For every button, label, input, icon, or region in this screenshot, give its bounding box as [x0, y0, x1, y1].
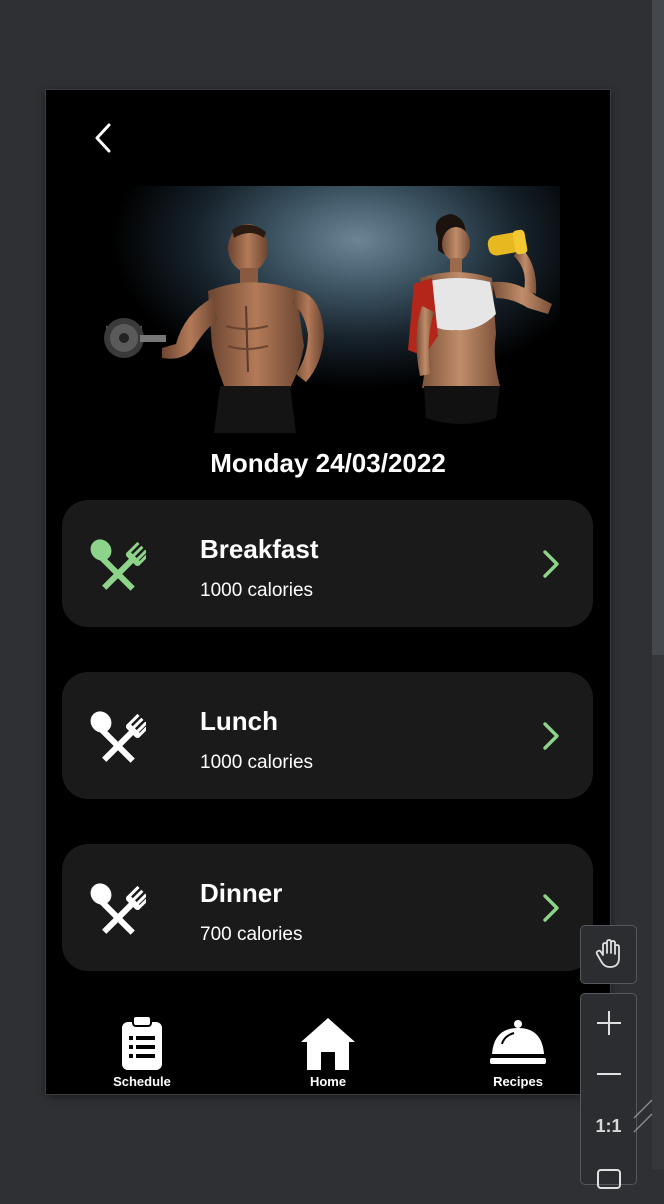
- pan-tool-panel: [580, 925, 637, 984]
- window-scrollbar[interactable]: [652, 0, 664, 655]
- meal-name: Dinner: [200, 878, 283, 908]
- meal-card-breakfast[interactable]: Breakfast 1000 calories: [62, 500, 593, 627]
- pan-button[interactable]: [581, 929, 636, 979]
- spoon-fork-icon: [90, 711, 146, 763]
- zoom-tool-panel: 1:1: [580, 993, 637, 1189]
- cloche-icon: [490, 1020, 546, 1064]
- woman-figure: [408, 214, 552, 424]
- fit-screen-icon: [596, 1169, 621, 1189]
- tab-label: Home: [309, 1074, 347, 1089]
- back-button[interactable]: [90, 122, 118, 154]
- meal-calories: 1000 calories: [200, 580, 314, 601]
- meal-card-dinner[interactable]: Dinner 700 calories: [62, 844, 593, 971]
- meal-card-lunch[interactable]: Lunch 1000 calories: [62, 672, 593, 799]
- clipboard-icon: [122, 1015, 162, 1070]
- man-figure: [104, 224, 324, 433]
- bottom-tab-bar: Schedule Home Recipes: [46, 1002, 610, 1094]
- chevron-right-icon: [543, 722, 559, 750]
- actual-size-label: 1:1: [595, 1116, 622, 1136]
- meal-calories: 700 calories: [200, 924, 303, 945]
- chevron-right-icon: [543, 550, 559, 578]
- fit-screen-button[interactable]: [581, 1154, 636, 1204]
- chevron-right-icon: [543, 894, 559, 922]
- tab-label: Recipes: [493, 1074, 543, 1089]
- tab-label: Schedule: [113, 1074, 171, 1089]
- phone-screen: Monday 24/03/2022 Breakfast 1000 calorie…: [46, 90, 610, 1094]
- hand-icon: [595, 939, 620, 968]
- minus-icon: [596, 1073, 621, 1075]
- spoon-fork-icon: [90, 883, 146, 935]
- actual-size-button[interactable]: 1:1: [581, 1102, 636, 1152]
- hero-image: [100, 186, 560, 433]
- home-icon: [301, 1018, 355, 1070]
- tab-recipes[interactable]: Recipes: [458, 1010, 578, 1090]
- window-edge: [652, 655, 664, 1169]
- spoon-fork-icon: [90, 539, 146, 591]
- meal-name: Lunch: [200, 706, 278, 736]
- zoom-in-button[interactable]: [581, 998, 636, 1048]
- resize-grip-icon[interactable]: [632, 1098, 654, 1134]
- chevron-left-icon: [95, 123, 111, 153]
- meal-calories: 1000 calories: [200, 752, 314, 773]
- date-heading: Monday 24/03/2022: [210, 448, 446, 478]
- tab-schedule[interactable]: Schedule: [82, 1010, 202, 1090]
- tab-home[interactable]: Home: [268, 1010, 388, 1090]
- plus-icon: [596, 1011, 621, 1035]
- zoom-out-button[interactable]: [581, 1049, 636, 1099]
- meal-name: Breakfast: [200, 534, 319, 564]
